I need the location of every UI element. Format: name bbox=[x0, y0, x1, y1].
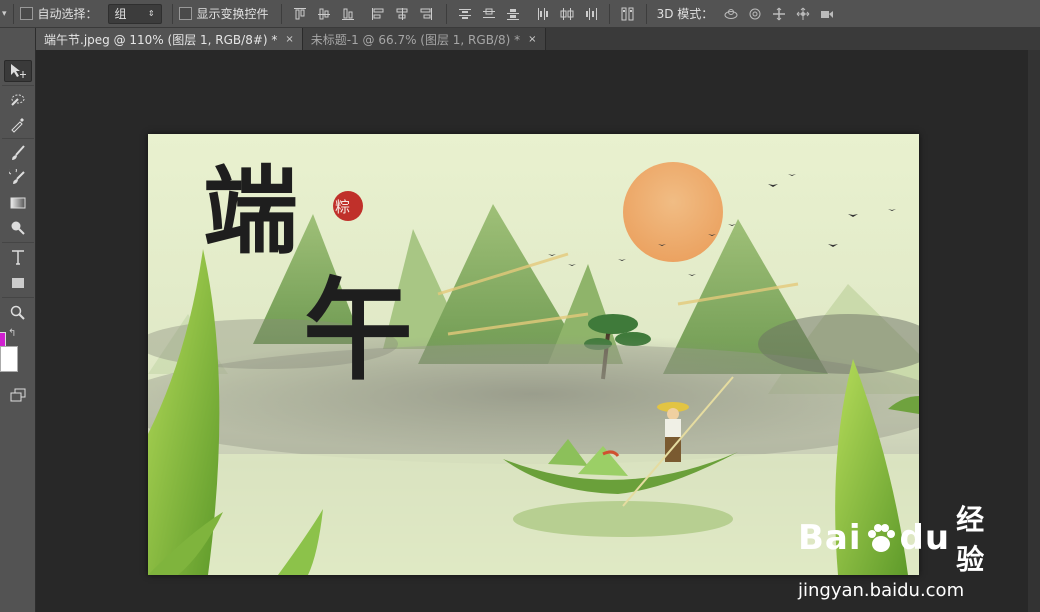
align-left-icon[interactable] bbox=[370, 7, 386, 21]
distribute-hcenter-icon[interactable] bbox=[559, 7, 575, 21]
watermark-url: jingyan.baidu.com bbox=[798, 580, 965, 601]
divider bbox=[2, 297, 34, 298]
tab-untitled[interactable]: 未标题-1 @ 66.7% (图层 1, RGB/8) * × bbox=[302, 28, 546, 50]
auto-select-group: 自动选择： 组 ⇕ bbox=[19, 3, 162, 24]
divider bbox=[445, 3, 447, 24]
eyedropper-icon bbox=[11, 118, 24, 133]
align-right-icon[interactable] bbox=[418, 7, 434, 21]
divider bbox=[2, 242, 34, 243]
history-brush-icon bbox=[9, 169, 25, 184]
align-vcenter-icon[interactable] bbox=[316, 7, 332, 21]
tab-duanwu[interactable]: 端午节.jpeg @ 110% (图层 1, RGB/8#) * × bbox=[36, 28, 303, 50]
screen-mode-icon bbox=[10, 388, 26, 402]
updown-arrow-icon: ⇕ bbox=[147, 9, 155, 18]
slide-3d-icon[interactable] bbox=[795, 7, 811, 21]
move-tool[interactable] bbox=[4, 60, 32, 82]
distribute-right-icon[interactable] bbox=[583, 7, 599, 21]
mode-3d-label: 3D 模式： bbox=[656, 7, 714, 21]
distribute-left-icon[interactable] bbox=[535, 7, 551, 21]
document-tabs: 端午节.jpeg @ 110% (图层 1, RGB/8#) * × 未标题-1… bbox=[36, 28, 1040, 50]
tool-preset-picker[interactable]: ▾ bbox=[2, 9, 7, 19]
scale-3d-icon[interactable] bbox=[819, 7, 835, 21]
jingyan-text: 经验 bbox=[956, 503, 986, 576]
dodge-tool[interactable] bbox=[4, 217, 32, 239]
auto-select-value: 组 bbox=[114, 7, 127, 21]
rectangle-icon bbox=[12, 278, 24, 288]
tab-label: 端午节.jpeg @ 110% (图层 1, RGB/8#) * bbox=[44, 32, 278, 47]
calligraphy-wu: 午 bbox=[303, 266, 413, 395]
vertical-scrollbar[interactable] bbox=[1028, 50, 1040, 612]
divider bbox=[2, 138, 34, 139]
baidu-brand-text: Bai bbox=[798, 518, 862, 558]
tab-label: 未标题-1 @ 66.7% (图层 1, RGB/8) * bbox=[310, 32, 521, 47]
gradient-icon bbox=[10, 197, 26, 209]
distribute-bottom-icon[interactable] bbox=[505, 7, 521, 21]
chevron-down-icon[interactable]: ▾ bbox=[2, 9, 7, 19]
align-top-icon[interactable] bbox=[292, 7, 308, 21]
show-transform-label: 显示变换控件 bbox=[196, 7, 269, 21]
divider bbox=[280, 3, 282, 24]
calligraphy-duan: 端 bbox=[203, 156, 298, 267]
zoom-tool[interactable] bbox=[4, 302, 32, 324]
close-icon[interactable]: × bbox=[528, 34, 536, 45]
brush-tool[interactable] bbox=[4, 142, 32, 164]
auto-align-icon[interactable] bbox=[620, 7, 636, 21]
type-tool[interactable] bbox=[4, 246, 32, 268]
orbit-3d-icon[interactable] bbox=[723, 7, 739, 21]
quick-selection-tool[interactable] bbox=[4, 88, 32, 110]
screen-mode-tool[interactable] bbox=[4, 384, 32, 406]
move-tool-icon bbox=[11, 64, 26, 78]
auto-select-dropdown[interactable]: 组 ⇕ bbox=[107, 3, 162, 24]
history-brush-tool[interactable] bbox=[4, 167, 32, 189]
auto-select-label: 自动选择： bbox=[37, 7, 98, 21]
paw-icon bbox=[864, 521, 898, 555]
align-bottom-icon[interactable] bbox=[340, 7, 356, 21]
show-transform-group: 显示变换控件 bbox=[178, 5, 269, 22]
divider bbox=[608, 3, 610, 24]
background-color-swatch[interactable] bbox=[0, 346, 18, 372]
gradient-tool[interactable] bbox=[4, 192, 32, 214]
eyedropper-tool[interactable] bbox=[4, 113, 32, 135]
baidu-brand-text-2: du bbox=[899, 518, 951, 558]
seal-zong: 粽 bbox=[335, 198, 350, 216]
rectangle-tool[interactable] bbox=[4, 272, 32, 294]
close-icon[interactable]: × bbox=[285, 34, 293, 45]
type-icon bbox=[12, 250, 24, 265]
divider bbox=[12, 3, 14, 24]
divider bbox=[645, 3, 647, 24]
dodge-icon bbox=[11, 221, 25, 235]
divider bbox=[171, 3, 173, 24]
zoom-icon bbox=[10, 305, 25, 320]
swap-colors-icon[interactable]: ↰ bbox=[8, 328, 16, 339]
quick-selection-icon bbox=[11, 94, 25, 106]
distribute-vcenter-icon[interactable] bbox=[481, 7, 497, 21]
auto-select-checkbox[interactable] bbox=[19, 7, 33, 20]
align-hcenter-icon[interactable] bbox=[394, 7, 410, 21]
options-bar: ▾ 自动选择： 组 ⇕ 显示变换控件 3D 模式： bbox=[0, 0, 1040, 28]
baidu-jingyan-watermark: Bai du 经验 jingyan.baidu.com bbox=[798, 498, 998, 601]
divider bbox=[2, 85, 34, 86]
show-transform-checkbox[interactable] bbox=[178, 7, 192, 20]
roll-3d-icon[interactable] bbox=[747, 7, 763, 21]
pan-3d-icon[interactable] bbox=[771, 7, 787, 21]
tools-panel: ↰ bbox=[0, 28, 36, 612]
distribute-top-icon[interactable] bbox=[457, 7, 473, 21]
brush-icon bbox=[12, 145, 25, 160]
